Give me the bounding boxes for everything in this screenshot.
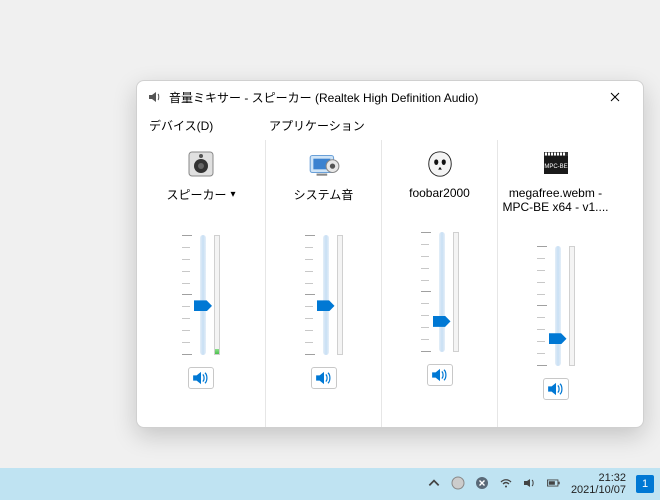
slider-ticks [421, 232, 431, 352]
device-mute-button[interactable] [188, 367, 214, 389]
slider-thumb[interactable] [433, 316, 451, 327]
app-mute-button[interactable] [427, 364, 453, 386]
device-name-label: スピーカー [166, 186, 226, 203]
app-channel: foobar2000 [381, 140, 497, 427]
slider-thumb[interactable] [194, 300, 212, 311]
close-button[interactable] [595, 83, 635, 111]
device-section-label: デバイス(D) [145, 115, 257, 140]
app-level-meter [453, 232, 459, 352]
chevron-down-icon: ▾ [230, 189, 235, 200]
app-slider-area [421, 220, 459, 352]
app-icon[interactable]: MPC-BE [538, 146, 574, 182]
app-channel: システム音 [265, 140, 381, 427]
taskbar[interactable]: 21:32 2021/10/07 1 [0, 468, 660, 500]
app-name-label[interactable]: megafree.webm - MPC-BE x64 - v1.... [502, 186, 609, 214]
slider-thumb[interactable] [549, 333, 567, 344]
app-icon[interactable] [422, 146, 458, 182]
notification-badge[interactable]: 1 [636, 475, 654, 493]
app-level-meter [569, 246, 575, 366]
app-channel: MPC-BE megafree.webm - MPC-BE x64 - v1..… [497, 140, 613, 427]
volume-mixer-window: 音量ミキサー - スピーカー (Realtek High Definition … [136, 80, 644, 428]
speaker-device-icon[interactable] [183, 146, 219, 182]
slider-ticks [182, 235, 192, 355]
svg-text:MPC-BE: MPC-BE [544, 164, 567, 170]
app-name-label[interactable]: システム音 [294, 186, 354, 203]
window-title: 音量ミキサー - スピーカー (Realtek High Definition … [169, 89, 595, 106]
tray-battery-icon[interactable] [547, 476, 561, 493]
device-name-dropdown[interactable]: スピーカー ▾ [166, 186, 235, 203]
slider-thumb[interactable] [317, 300, 335, 311]
slider-ticks [537, 246, 547, 366]
tray-chevron-up-icon[interactable] [427, 476, 441, 493]
tray-shield-icon[interactable] [451, 476, 465, 493]
applications-section-label: アプリケーション [265, 115, 643, 140]
slider-ticks [305, 235, 315, 355]
app-volume-slider[interactable] [433, 232, 451, 352]
mixer-body: デバイス(D) スピーカー ▾ [137, 113, 643, 427]
tray-volume-icon[interactable] [523, 476, 537, 493]
app-slider-area [305, 223, 343, 355]
app-mute-button[interactable] [543, 378, 569, 400]
tray-x-icon[interactable] [475, 476, 489, 493]
app-volume-slider[interactable] [317, 235, 335, 355]
titlebar[interactable]: 音量ミキサー - スピーカー (Realtek High Definition … [137, 81, 643, 113]
app-icon[interactable] [306, 146, 342, 182]
app-mute-button[interactable] [311, 367, 337, 389]
device-slider-area [182, 223, 220, 355]
tray-wifi-icon[interactable] [499, 476, 513, 493]
device-volume-slider[interactable] [194, 235, 212, 355]
app-volume-slider[interactable] [549, 246, 567, 366]
app-level-meter [337, 235, 343, 355]
application-channels-container[interactable]: システム音 foobar2000 [265, 140, 643, 427]
clock-time: 21:32 [571, 472, 626, 484]
clock-date: 2021/10/07 [571, 484, 626, 496]
device-level-meter [214, 235, 220, 355]
speaker-icon [147, 89, 163, 105]
app-slider-area [537, 234, 575, 366]
device-section: デバイス(D) スピーカー ▾ [137, 115, 265, 427]
app-name-label[interactable]: foobar2000 [409, 186, 470, 200]
system-tray [427, 476, 561, 493]
applications-section: アプリケーション システム音 foobar2000 [265, 115, 643, 427]
device-channel: スピーカー ▾ [145, 140, 257, 389]
taskbar-clock[interactable]: 21:32 2021/10/07 [571, 472, 626, 496]
